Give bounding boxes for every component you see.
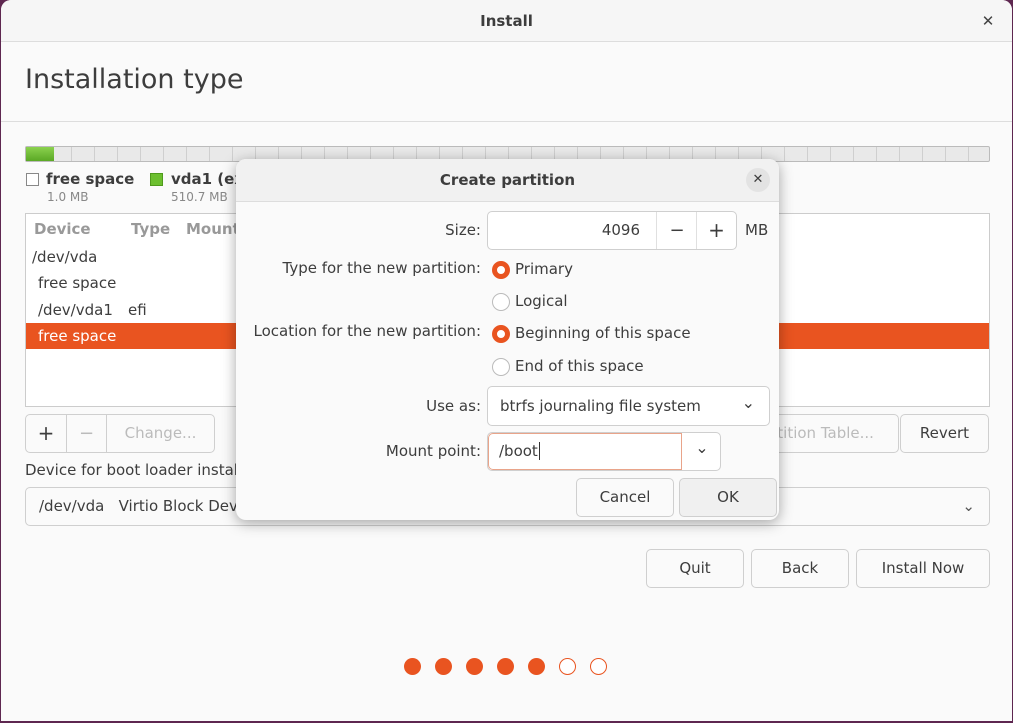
legend-swatch-vda1 (150, 173, 163, 186)
size-unit: MB (745, 221, 769, 239)
legend-name: vda1 (ex (171, 170, 245, 188)
radio-primary-label[interactable]: Primary (515, 260, 573, 278)
install-now-button[interactable]: Install Now (856, 549, 990, 588)
radio-logical-label[interactable]: Logical (515, 292, 568, 310)
radio-logical[interactable] (492, 293, 510, 311)
radio-end-label[interactable]: End of this space (515, 357, 644, 375)
cell-device: /dev/vda1 (38, 301, 113, 319)
column-header-mount[interactable]: Mount (186, 220, 240, 238)
type-label: Type for the new partition: (282, 259, 482, 277)
radio-primary[interactable] (492, 261, 510, 279)
legend-swatch-free (26, 173, 39, 186)
close-icon[interactable]: ✕ (746, 168, 770, 192)
divider (1, 121, 1012, 122)
title-bar: Install (1, 0, 1012, 42)
progress-dot (528, 658, 545, 675)
cell-device: free space (38, 274, 117, 292)
location-label: Location for the new partition: (253, 322, 481, 340)
decrease-size-button[interactable]: − (656, 212, 697, 249)
mount-point-input[interactable]: /boot (488, 433, 682, 470)
change-partition-button[interactable]: Change... (106, 414, 215, 453)
remove-partition-button[interactable]: − (66, 414, 107, 453)
progress-dot (466, 658, 483, 675)
radio-beginning-label[interactable]: Beginning of this space (515, 324, 691, 342)
progress-dot (435, 658, 452, 675)
use-as-label: Use as: (426, 397, 481, 415)
legend-size: 1.0 MB (47, 190, 89, 204)
ok-button[interactable]: OK (679, 478, 777, 517)
size-label: Size: (445, 221, 481, 239)
cell-device: free space (38, 327, 117, 345)
progress-dot (404, 658, 421, 675)
cell-device: /dev/vda (32, 248, 98, 266)
mount-point-combo[interactable]: /boot ⌄ (487, 432, 721, 471)
window-title: Install (480, 12, 533, 30)
chevron-down-icon: ⌄ (962, 497, 975, 515)
chevron-down-icon: ⌄ (741, 393, 755, 412)
column-header-device[interactable]: Device (34, 220, 91, 238)
partition-segment-vda1 (26, 147, 54, 161)
use-as-select[interactable]: btrfs journaling file system ⌄ (487, 386, 770, 426)
installer-window: Install ✕ Installation type free space 1… (1, 0, 1012, 721)
close-icon[interactable]: ✕ (978, 11, 998, 31)
progress-dot (497, 658, 514, 675)
cell-type: efi (128, 301, 147, 319)
size-spinbox[interactable]: 4096 − + (487, 211, 737, 250)
use-as-value: btrfs journaling file system (500, 397, 701, 415)
radio-end[interactable] (492, 358, 510, 376)
back-button[interactable]: Back (751, 549, 849, 588)
add-partition-button[interactable]: + (25, 414, 67, 453)
quit-button[interactable]: Quit (646, 549, 744, 588)
progress-dot (590, 658, 607, 675)
progress-dot (559, 658, 576, 675)
revert-button[interactable]: Revert (900, 414, 989, 453)
legend-name: free space (46, 170, 135, 188)
radio-beginning[interactable] (492, 325, 510, 343)
cancel-button[interactable]: Cancel (576, 478, 674, 517)
size-input[interactable]: 4096 (602, 221, 640, 239)
mount-point-value: /boot (499, 442, 538, 460)
page-title: Installation type (25, 64, 244, 95)
dialog-title: Create partition (236, 159, 779, 202)
create-partition-dialog: Create partition ✕ Size: 4096 − + MB Typ… (236, 159, 779, 520)
mount-point-label: Mount point: (385, 442, 481, 460)
chevron-down-icon[interactable]: ⌄ (683, 433, 721, 470)
legend-size: 510.7 MB (171, 190, 228, 204)
increase-size-button[interactable]: + (696, 212, 736, 249)
bootloader-value: /dev/vda Virtio Block Device (39, 497, 260, 515)
column-header-type[interactable]: Type (131, 220, 170, 238)
